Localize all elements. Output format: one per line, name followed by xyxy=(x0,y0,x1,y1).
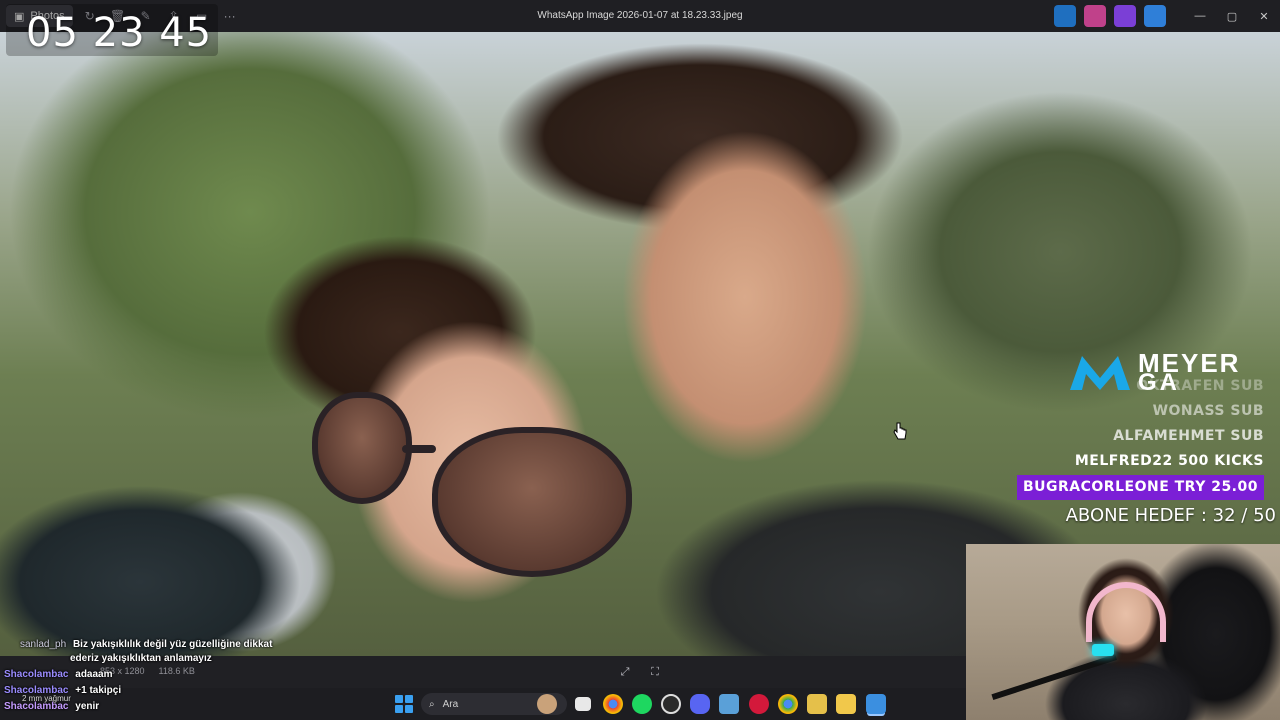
extension-icon-2[interactable] xyxy=(1084,5,1106,27)
supporter-row: WONASS SUB xyxy=(1152,403,1264,419)
chat-text: yenir xyxy=(75,701,100,712)
file-icon[interactable] xyxy=(807,694,827,714)
widget-icon[interactable] xyxy=(537,694,557,714)
stream-clock: 05 23 45 xyxy=(26,10,213,56)
subscriber-goal: ABONE HEDEF : 32 / 50 xyxy=(1065,505,1276,526)
chat-text: +1 takipçi xyxy=(75,685,122,696)
chat-username: Shacolambac xyxy=(4,669,69,680)
chat-message: Shacolambac adaaam xyxy=(4,668,113,682)
sunglasses-left-lens xyxy=(312,392,412,504)
supporter-row: MELFRED22 500 KICKS xyxy=(1074,453,1264,469)
search-icon: ⌕ xyxy=(429,698,435,710)
chat-text: adaaam xyxy=(75,669,113,680)
webcam-feed xyxy=(966,544,1280,720)
chat-message: sanlad_ph Biz yakışıklılık değil yüz güz… xyxy=(20,638,272,652)
headset xyxy=(1086,582,1166,642)
spotify-icon[interactable] xyxy=(632,694,652,714)
image-size: 118.6 KB xyxy=(158,666,195,676)
photos-app-icon[interactable] xyxy=(866,694,886,714)
chat-message: ederiz yakışıklıktan anlamayız xyxy=(70,652,212,666)
maximize-button[interactable]: ▢ xyxy=(1216,0,1248,32)
sunglasses-bridge xyxy=(402,445,436,453)
folder-icon[interactable] xyxy=(836,694,856,714)
title-bar-right: — ▢ ✕ xyxy=(1050,0,1280,32)
mic-light xyxy=(1092,644,1114,656)
minimize-button[interactable]: — xyxy=(1184,0,1216,32)
close-button[interactable]: ✕ xyxy=(1248,0,1280,32)
task-view-icon[interactable] xyxy=(575,697,591,711)
chat-text: Biz yakışıklılık değil yüz güzelliğine d… xyxy=(72,639,273,650)
extension-icon-1[interactable] xyxy=(1054,5,1076,27)
cloud-icon[interactable] xyxy=(1144,5,1166,27)
chat-text: ederiz yakışıklıktan anlamayız xyxy=(70,653,212,664)
discord-icon[interactable] xyxy=(690,694,710,714)
search-placeholder: Ara xyxy=(442,698,459,710)
chrome-alt-icon[interactable] xyxy=(778,694,798,714)
record-icon[interactable] xyxy=(749,694,769,714)
weather-widget[interactable]: 2 mm yağmur xyxy=(22,694,71,703)
chrome-icon[interactable] xyxy=(603,694,623,714)
mic-arm xyxy=(991,654,1117,701)
game-launcher-icon[interactable] xyxy=(719,694,739,714)
fit-icon[interactable]: ⤢ xyxy=(617,664,633,680)
hand-cursor-icon xyxy=(893,422,907,440)
extension-icon-3[interactable] xyxy=(1114,5,1136,27)
obs-icon[interactable] xyxy=(661,694,681,714)
image-info: 853 x 1280 118.6 KB xyxy=(100,666,195,676)
supporter-row-highlight: BUGRACORLEONE TRY 25.00 xyxy=(1016,475,1264,500)
chat-username: sanlad_ph xyxy=(20,639,67,650)
start-icon[interactable] xyxy=(395,695,413,713)
supporter-list: OKTRAFEN SUB WONASS SUB ALFAMEHMET SUB M… xyxy=(1016,374,1264,500)
supporter-row: ALFAMEHMET SUB xyxy=(1113,428,1264,444)
sunglasses-right-lens xyxy=(432,427,632,577)
actual-size-icon[interactable]: ⛶ xyxy=(647,664,663,680)
supporter-row: OKTRAFEN SUB xyxy=(1136,378,1264,394)
more-button[interactable]: ··· xyxy=(219,5,241,27)
